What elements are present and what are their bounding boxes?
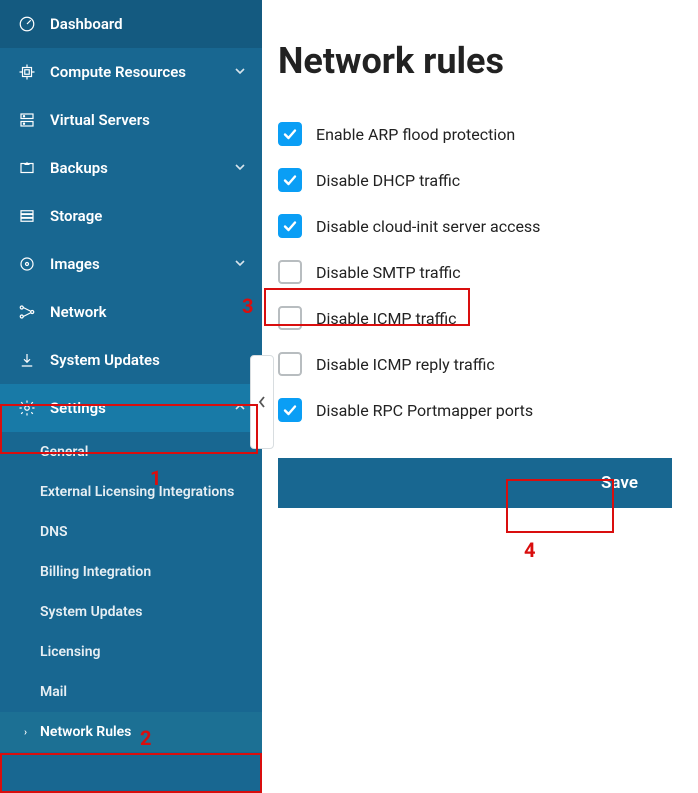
- sidebar-item-label: Virtual Servers: [50, 111, 150, 129]
- sidebar-item-system-updates[interactable]: System Updates: [0, 336, 262, 384]
- main-content: Network rules Enable ARP flood protectio…: [262, 0, 698, 793]
- sidebar-subitem-external-licensing-integrations[interactable]: ›External Licensing Integrations: [0, 472, 262, 512]
- disc-icon: [16, 255, 38, 273]
- sidebar-item-settings[interactable]: Settings: [0, 384, 262, 432]
- sidebar-item-storage[interactable]: Storage: [0, 192, 262, 240]
- chevron-down-icon: [234, 257, 246, 269]
- sidebar-item-label: Images: [50, 255, 100, 273]
- rule-row: Disable ICMP reply traffic: [278, 352, 672, 376]
- rules-list: Enable ARP flood protection Disable DHCP …: [278, 122, 672, 422]
- download-icon: [16, 351, 38, 369]
- sidebar-subitem-label: Network Rules: [40, 724, 131, 740]
- save-button[interactable]: Save: [567, 458, 672, 508]
- sidebar-subitem-label: Licensing: [40, 644, 100, 660]
- sidebar-item-network[interactable]: Network: [0, 288, 262, 336]
- chevron-down-icon: [234, 65, 246, 77]
- rule-row: Disable DHCP traffic: [278, 168, 672, 192]
- sidebar-item-label: Dashboard: [50, 15, 123, 33]
- sidebar-subitem-label: Billing Integration: [40, 564, 151, 580]
- check-icon: [282, 172, 298, 188]
- rule-label: Disable SMTP traffic: [316, 263, 461, 282]
- rule-checkbox[interactable]: [278, 214, 302, 238]
- sidebar-subitem-label: DNS: [40, 524, 68, 540]
- sidebar-subitem-dns[interactable]: ›DNS: [0, 512, 262, 552]
- sidebar-settings-submenu: ›General›External Licensing Integrations…: [0, 432, 262, 756]
- sidebar-subitem-mail[interactable]: ›Mail: [0, 672, 262, 712]
- rule-checkbox[interactable]: [278, 122, 302, 146]
- sidebar-subitem-label: System Updates: [40, 604, 142, 620]
- sidebar-item-dashboard[interactable]: Dashboard: [0, 0, 262, 48]
- rule-label: Disable ICMP traffic: [316, 309, 457, 328]
- sidebar-collapse-tab[interactable]: [250, 355, 274, 449]
- chevron-left-icon: [258, 395, 266, 409]
- sidebar-item-label: Backups: [50, 159, 108, 177]
- servers-icon: [16, 111, 38, 129]
- network-icon: [16, 303, 38, 321]
- backup-icon: [16, 159, 38, 177]
- sidebar-item-backups[interactable]: Backups: [0, 144, 262, 192]
- rule-checkbox[interactable]: [278, 306, 302, 330]
- sidebar-item-label: Settings: [50, 399, 106, 417]
- storage-icon: [16, 207, 38, 225]
- rule-checkbox[interactable]: [278, 168, 302, 192]
- rule-label: Disable RPC Portmapper ports: [316, 401, 533, 420]
- sidebar-subitem-licensing[interactable]: ›Licensing: [0, 632, 262, 672]
- sidebar-item-virtual-servers[interactable]: Virtual Servers: [0, 96, 262, 144]
- sidebar-subitem-network-rules[interactable]: › Network Rules: [0, 712, 262, 752]
- sidebar-subitem-system-updates[interactable]: ›System Updates: [0, 592, 262, 632]
- rule-checkbox[interactable]: [278, 260, 302, 284]
- page-title: Network rules: [278, 40, 672, 82]
- rule-row: Disable RPC Portmapper ports: [278, 398, 672, 422]
- rule-checkbox[interactable]: [278, 398, 302, 422]
- cpu-icon: [16, 63, 38, 81]
- chevron-up-icon: [234, 401, 246, 413]
- sidebar-subitem-billing-integration[interactable]: ›Billing Integration: [0, 552, 262, 592]
- rule-label: Disable DHCP traffic: [316, 171, 460, 190]
- rule-checkbox[interactable]: [278, 352, 302, 376]
- rule-row: Disable ICMP traffic: [278, 306, 672, 330]
- gauge-icon: [16, 15, 38, 33]
- rule-label: Enable ARP flood protection: [316, 125, 515, 144]
- rule-label: Disable cloud-init server access: [316, 217, 540, 236]
- sidebar-item-label: Storage: [50, 207, 102, 225]
- caret-right-icon: ›: [24, 727, 34, 738]
- sidebar-subitem-label: External Licensing Integrations: [40, 484, 234, 500]
- check-icon: [282, 402, 298, 418]
- save-bar: Save: [278, 458, 672, 508]
- check-icon: [282, 218, 298, 234]
- rule-row: Disable cloud-init server access: [278, 214, 672, 238]
- sidebar-item-label: Network: [50, 303, 107, 321]
- sidebar-item-label: Compute Resources: [50, 63, 186, 81]
- rule-row: Enable ARP flood protection: [278, 122, 672, 146]
- rule-label: Disable ICMP reply traffic: [316, 355, 495, 374]
- sidebar-subitem-label: Mail: [40, 684, 67, 700]
- rule-row: Disable SMTP traffic: [278, 260, 672, 284]
- gear-icon: [16, 399, 38, 417]
- chevron-down-icon: [234, 161, 246, 173]
- sidebar-subitem-label: General: [40, 444, 88, 460]
- sidebar-item-label: System Updates: [50, 351, 160, 369]
- sidebar-subitem-general[interactable]: ›General: [0, 432, 262, 472]
- sidebar-item-compute-resources[interactable]: Compute Resources: [0, 48, 262, 96]
- sidebar-item-images[interactable]: Images: [0, 240, 262, 288]
- annotation-number-4: 4: [524, 538, 535, 562]
- check-icon: [282, 126, 298, 142]
- sidebar: Dashboard Compute Resources Virtual Server…: [0, 0, 262, 793]
